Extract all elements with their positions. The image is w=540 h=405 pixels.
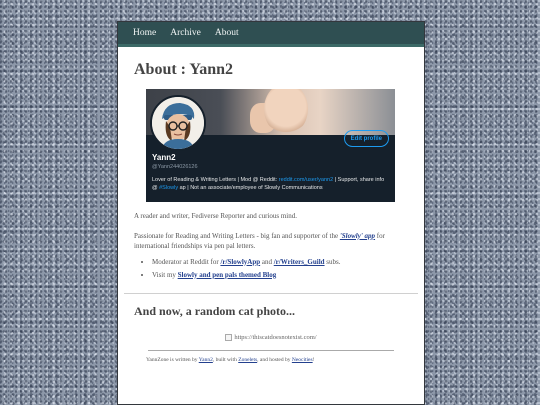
profile-handle: @Yann244026126	[152, 164, 198, 170]
page-container: Home Archive About About : Yann2 Edit pr…	[117, 21, 425, 405]
top-nav: Home Archive About	[118, 22, 424, 47]
nav-archive-link[interactable]: Archive	[170, 28, 201, 38]
edit-profile-button: Edit profile	[343, 130, 389, 147]
section-divider	[124, 292, 418, 294]
nav-home-link[interactable]: Home	[133, 28, 156, 38]
footer-neocities-link[interactable]: Neocities	[292, 357, 313, 363]
list-item: Visit my Slowly and pen pals themed Blog	[152, 271, 408, 280]
broken-image-icon	[225, 333, 233, 341]
intro-text: A reader and writer, Fediverse Reporter …	[134, 212, 297, 220]
cat-photo: https://thiscatdoesnotexist.com/	[134, 333, 408, 341]
profile-name: Yann2	[152, 153, 176, 162]
footer-zonelets-link[interactable]: Zonelets	[238, 357, 257, 363]
footer-author-link[interactable]: Yann2	[199, 357, 213, 363]
cat-photo-alt: https://thiscatdoesnotexist.com/	[234, 333, 317, 341]
footer: YannZone is written by Yann2, built with…	[146, 356, 315, 363]
footer-divider	[148, 349, 394, 351]
nav-about-link[interactable]: About	[215, 28, 239, 38]
passion-paragraph: Passionate for Reading and Writing Lette…	[134, 231, 385, 251]
slowly-app-link[interactable]: 'Slowly' app	[340, 232, 375, 240]
list-item: Moderator at Reddit for /r/SlowlyApp and…	[152, 258, 408, 267]
cat-heading: And now, a random cat photo...	[134, 303, 296, 318]
main-content: About : Yann2 Edit profile Yann2 @Yann24…	[118, 61, 424, 363]
links-list: Moderator at Reddit for /r/SlowlyApp and…	[134, 258, 408, 280]
profile-banner-image: Edit profile Yann2 @Yann244026126 Lover …	[146, 89, 395, 202]
avatar	[150, 95, 206, 151]
blog-link[interactable]: Slowly and pen pals themed Blog	[178, 271, 277, 279]
slowlyapp-subreddit-link[interactable]: /r/SlowlyApp	[220, 258, 260, 266]
writers-guild-subreddit-link[interactable]: /r/Writers_Guild	[274, 258, 325, 266]
profile-bio: Lover of Reading & Writing Letters | Mod…	[152, 177, 385, 191]
page-title: About : Yann2	[134, 61, 233, 78]
